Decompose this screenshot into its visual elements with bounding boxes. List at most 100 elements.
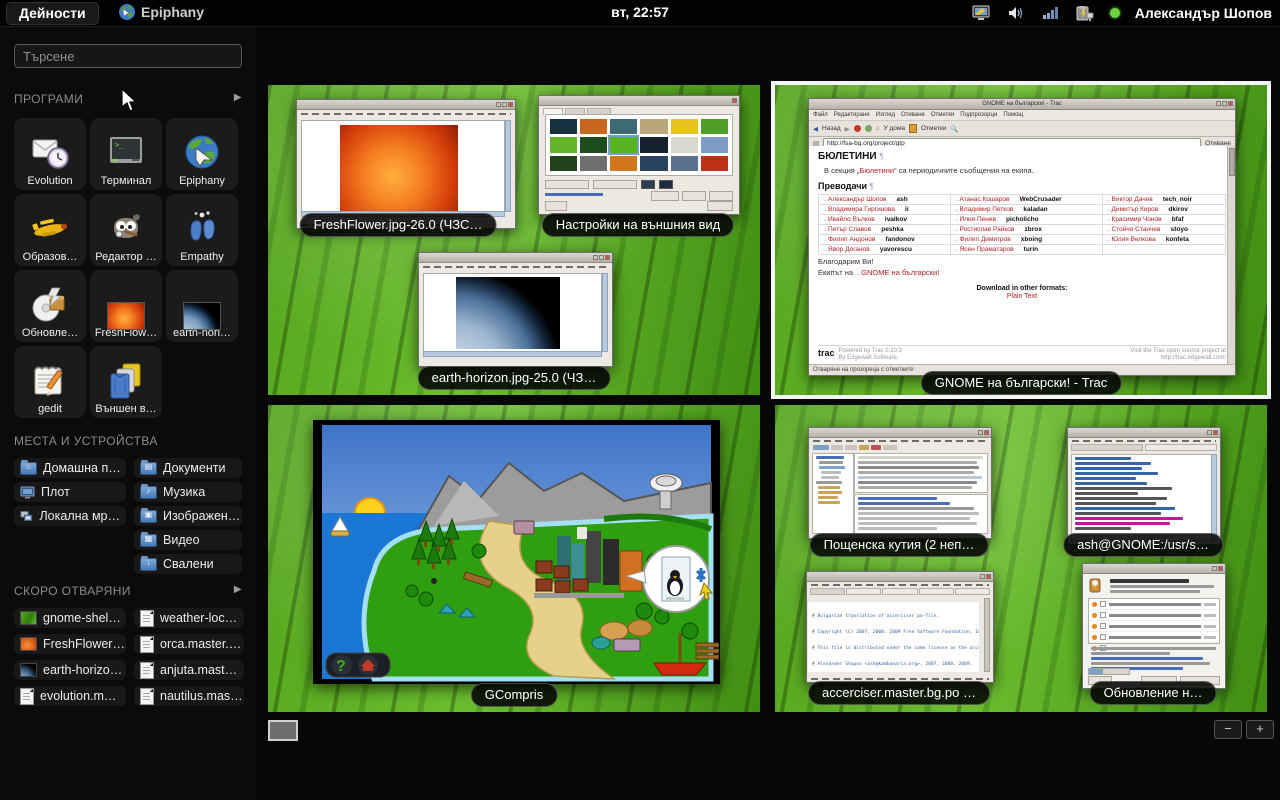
- translator-link[interactable]: Владимира Гиргинова: [828, 206, 895, 213]
- bulletins-link[interactable]: Бюлетини: [859, 166, 894, 175]
- recent-expander-icon[interactable]: ▶: [234, 584, 242, 598]
- recent-item[interactable]: nautilus.mas…: [134, 686, 244, 706]
- back-button-label[interactable]: Назад: [822, 125, 841, 132]
- back-arrow-icon[interactable]: ◀: [813, 125, 818, 133]
- combo-box[interactable]: [545, 180, 589, 189]
- recent-item[interactable]: earth-horizo…: [14, 660, 126, 680]
- app-tile-appearance[interactable]: Външен в…: [90, 346, 162, 418]
- recent-item[interactable]: weather-loc…: [134, 608, 244, 628]
- app-tile-freshflower[interactable]: FreshFlow…: [90, 270, 162, 342]
- place-item-pictures[interactable]: ▣ Изображен…: [134, 506, 242, 526]
- wallpaper-thumb[interactable]: [671, 119, 698, 134]
- wallpaper-thumb[interactable]: [610, 156, 637, 171]
- wallpaper-thumb[interactable]: [550, 119, 577, 134]
- scrollbar-horizontal[interactable]: [423, 351, 602, 357]
- place-item-home[interactable]: ⌂ Домашна п…: [14, 458, 126, 478]
- terminal-tab[interactable]: [1145, 444, 1217, 451]
- workspace-thumbnail-4[interactable]: Пощенска кутия (2 неп… ash@GNOME:/usr/s…: [775, 405, 1267, 712]
- window-thumbnail-gimp-earth[interactable]: [418, 252, 613, 367]
- programs-expander-icon[interactable]: ▶: [234, 92, 242, 106]
- get-more-link[interactable]: [545, 193, 603, 196]
- user-menu[interactable]: Александър Шопов: [1135, 5, 1272, 21]
- window-thumbnail-terminal[interactable]: [1067, 427, 1221, 545]
- wallpaper-thumb[interactable]: [701, 137, 728, 152]
- place-item-music[interactable]: ♪ Музика: [134, 482, 242, 502]
- color-swatch[interactable]: [641, 180, 655, 189]
- button[interactable]: [651, 191, 679, 201]
- menu-item[interactable]: Редактиране: [834, 112, 870, 118]
- menu-item[interactable]: Файл: [813, 112, 828, 118]
- scrollbar-vertical[interactable]: [602, 273, 608, 352]
- zoom-in-icon[interactable]: 🔍: [950, 125, 958, 133]
- menu-item[interactable]: Отиване: [901, 112, 925, 118]
- activities-button[interactable]: Дейности: [6, 2, 99, 25]
- workspace-thumbnail-2-active[interactable]: GNOME на български! - Trac Файл Редактир…: [775, 85, 1267, 395]
- close-button[interactable]: [707, 201, 733, 211]
- workspace-thumbnail-3[interactable]: ? GCompris: [268, 405, 760, 712]
- trac-site-link[interactable]: http://trac.edgewall.com/: [1161, 355, 1226, 361]
- translator-link[interactable]: Виктор Дачев: [1112, 196, 1153, 203]
- home-icon[interactable]: ⌂: [876, 125, 880, 132]
- plain-text-link[interactable]: Plain Text: [1007, 293, 1037, 300]
- translator-link[interactable]: Филип Андонов: [828, 236, 875, 243]
- wallpaper-thumb[interactable]: [640, 137, 667, 152]
- translator-link[interactable]: Ясен Праматаров: [960, 246, 1014, 253]
- wallpaper-thumb[interactable]: [701, 156, 728, 171]
- scrollbar-vertical[interactable]: [1211, 454, 1217, 541]
- recent-item[interactable]: orca.master.…: [134, 634, 244, 654]
- place-item-desktop[interactable]: Плот: [14, 482, 126, 502]
- power-icon[interactable]: [1075, 5, 1095, 22]
- search-input[interactable]: [14, 44, 242, 68]
- gedit-tab[interactable]: [882, 588, 917, 595]
- wallpaper-thumb[interactable]: [550, 137, 577, 152]
- recent-item[interactable]: FreshFlower…: [14, 634, 126, 654]
- reload-icon[interactable]: [865, 125, 872, 132]
- volume-icon[interactable]: [1007, 5, 1027, 21]
- recent-item[interactable]: anjuta.mast…: [134, 660, 244, 680]
- home-button-label[interactable]: У дома: [884, 125, 905, 132]
- combo-box[interactable]: [593, 180, 637, 189]
- window-thumbnail-gcompris[interactable]: ?: [313, 420, 720, 684]
- wallpaper-thumb[interactable]: [701, 119, 728, 134]
- place-item-network[interactable]: Локална мр…: [14, 506, 126, 526]
- terminal-tab[interactable]: [1071, 444, 1143, 451]
- display-settings-icon[interactable]: [972, 5, 992, 21]
- translator-link[interactable]: Димитър Киров: [1112, 206, 1159, 213]
- wallpaper-thumb[interactable]: [580, 119, 607, 134]
- window-thumbnail-update-manager[interactable]: [1082, 563, 1226, 689]
- scrollbar-vertical[interactable]: [984, 598, 990, 672]
- app-tile-terminal[interactable]: >_ Терминал: [90, 118, 162, 190]
- scrollbar-vertical[interactable]: [505, 120, 511, 212]
- wallpaper-thumb[interactable]: [580, 156, 607, 171]
- browser-scrollbar[interactable]: [1227, 146, 1235, 365]
- stop-icon[interactable]: [854, 125, 861, 132]
- menu-item[interactable]: Помощ: [1003, 112, 1023, 118]
- team-link[interactable]: GNOME на български!: [861, 268, 939, 277]
- translator-link[interactable]: Явор Доганов: [828, 246, 870, 253]
- window-thumbnail-epiphany-trac[interactable]: GNOME на български! - Trac Файл Редактир…: [808, 98, 1236, 376]
- window-thumbnail-evolution[interactable]: [808, 427, 992, 539]
- window-thumbnail-appearance[interactable]: [538, 95, 740, 215]
- recent-item[interactable]: evolution.m…: [14, 686, 126, 706]
- menu-item[interactable]: Подпрозорци: [960, 112, 997, 118]
- help-button[interactable]: [545, 201, 567, 211]
- translator-link[interactable]: Ивайло Вълков: [828, 216, 875, 223]
- color-swatch[interactable]: [659, 180, 673, 189]
- clock[interactable]: вт, 22:57: [611, 4, 669, 20]
- translator-link[interactable]: Стойчо Станчев: [1112, 226, 1161, 233]
- app-menu[interactable]: Epiphany: [118, 3, 204, 21]
- wallpaper-thumb-selected[interactable]: [610, 137, 637, 152]
- wallpaper-thumb[interactable]: [580, 137, 607, 152]
- wallpaper-thumb[interactable]: [671, 137, 698, 152]
- workspace-thumbnail-1[interactable]: FreshFlower.jpg-26.0 (ЧЗС…: [268, 85, 760, 395]
- app-tile-earthhorizon[interactable]: earth-hori…: [166, 270, 238, 342]
- app-tile-updates[interactable]: Обновле…: [14, 270, 86, 342]
- translator-link[interactable]: Александър Шопов: [828, 196, 886, 203]
- translator-link[interactable]: Илия Пенев: [960, 216, 996, 223]
- gedit-tab[interactable]: [919, 588, 954, 595]
- forward-arrow-icon[interactable]: ▶: [845, 125, 850, 133]
- bookmarks-button-label[interactable]: Отметки: [921, 125, 946, 132]
- app-tile-gcompris[interactable]: Образов…: [14, 194, 86, 266]
- wallpaper-thumb[interactable]: [640, 119, 667, 134]
- window-thumbnail-gimp-freshflower[interactable]: [296, 99, 516, 229]
